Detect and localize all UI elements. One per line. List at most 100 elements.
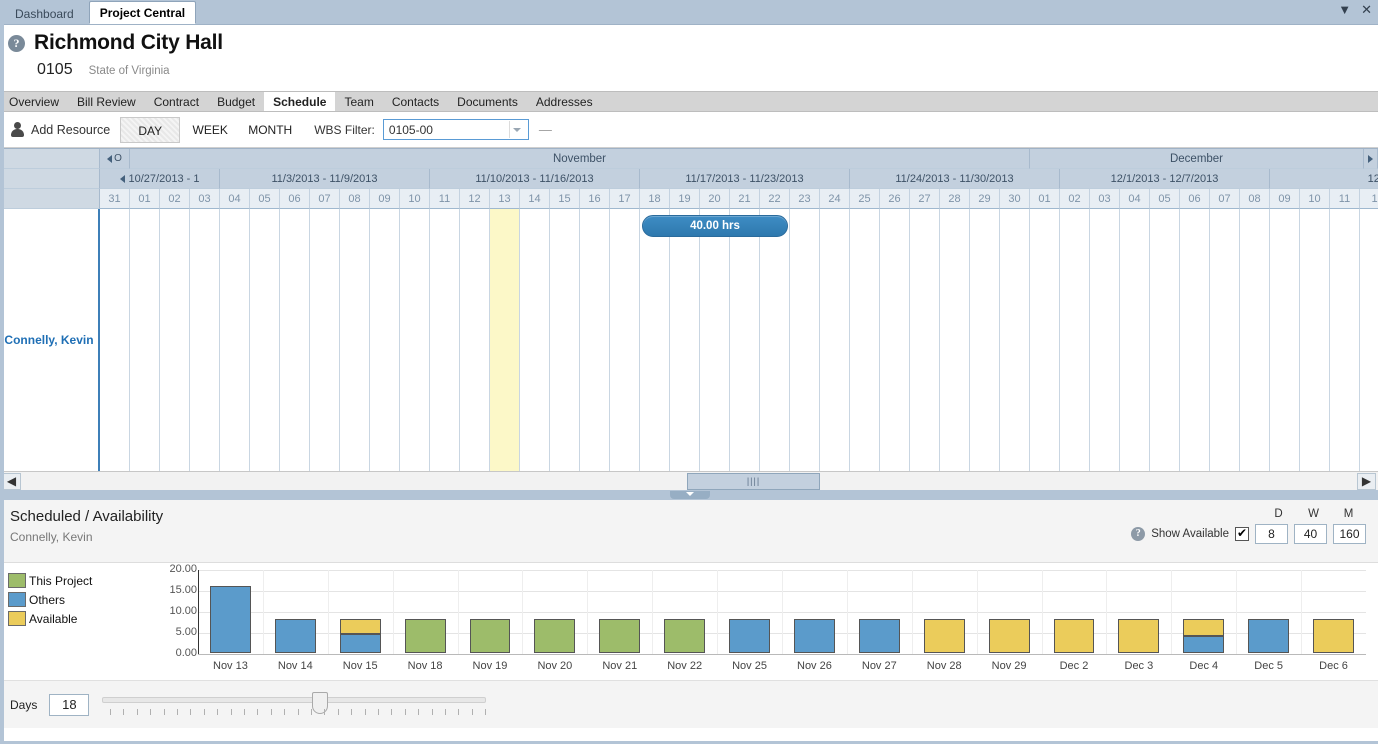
capacity-week-input[interactable]: 40 [1294, 524, 1327, 544]
gantt-scroll-left-month[interactable]: O [100, 149, 130, 169]
gantt-day-cell[interactable]: 09 [1270, 189, 1300, 209]
gantt-day-column[interactable] [940, 209, 970, 471]
chart-bar[interactable] [274, 619, 316, 653]
module-tab-schedule[interactable]: Schedule [264, 92, 336, 111]
module-tab-bill-review[interactable]: Bill Review [68, 92, 145, 111]
chart-bar[interactable] [794, 619, 835, 653]
module-tab-contacts[interactable]: Contacts [383, 92, 448, 111]
gantt-day-column[interactable] [280, 209, 310, 471]
chart-bar[interactable] [858, 619, 900, 653]
chart-bar[interactable] [404, 619, 446, 653]
gantt-day-cell[interactable]: 02 [1060, 189, 1090, 209]
days-input[interactable]: 18 [49, 693, 90, 716]
scroll-thumb[interactable]: |||| [687, 472, 820, 490]
gantt-day-column[interactable] [1000, 209, 1030, 471]
gantt-day-column[interactable] [730, 209, 760, 471]
scroll-left-button[interactable]: ◀ [2, 472, 21, 490]
module-tab-documents[interactable]: Documents [448, 92, 527, 111]
gantt-day-cell[interactable]: 31 [100, 189, 130, 209]
scale-button-month[interactable]: MONTH [240, 117, 300, 143]
gantt-day-cell[interactable]: 05 [250, 189, 280, 209]
gantt-day-cell[interactable]: 07 [1210, 189, 1240, 209]
window-tab-project-central[interactable]: Project Central [88, 1, 197, 24]
gantt-day-column[interactable] [430, 209, 460, 471]
gantt-today-column[interactable] [490, 209, 520, 471]
gantt-day-cell[interactable]: 04 [220, 189, 250, 209]
gantt-day-cell[interactable]: 06 [280, 189, 310, 209]
gantt-day-cell[interactable]: 18 [640, 189, 670, 209]
gantt-day-column[interactable] [1270, 209, 1300, 471]
gantt-day-column[interactable] [1120, 209, 1150, 471]
gantt-day-column[interactable] [670, 209, 700, 471]
gantt-day-column[interactable] [220, 209, 250, 471]
gantt-day-column[interactable] [970, 209, 1000, 471]
chart-bar[interactable] [1118, 619, 1160, 653]
gantt-day-column[interactable] [1360, 209, 1378, 471]
gantt-day-column[interactable] [640, 209, 670, 471]
close-icon[interactable]: ✕ [1361, 3, 1372, 16]
slider-track[interactable] [102, 697, 486, 703]
gantt-day-cell[interactable]: 20 [700, 189, 730, 209]
scale-button-week[interactable]: WEEK [180, 117, 240, 143]
chart-bar[interactable] [1313, 619, 1354, 653]
gantt-day-cell[interactable]: 03 [190, 189, 220, 209]
scroll-right-button[interactable]: ▶ [1357, 472, 1376, 490]
chart-bar[interactable] [469, 619, 511, 653]
gantt-day-cell[interactable]: 05 [1150, 189, 1180, 209]
gantt-day-cell[interactable]: 02 [160, 189, 190, 209]
gantt-day-column[interactable] [370, 209, 400, 471]
chart-bar[interactable] [1183, 619, 1225, 653]
window-tab-dashboard[interactable]: Dashboard [4, 3, 85, 24]
chart-bar[interactable] [988, 619, 1030, 653]
chart-bar[interactable] [664, 619, 706, 653]
gantt-day-cell[interactable]: 14 [520, 189, 550, 209]
chart-bar[interactable] [923, 619, 965, 653]
gantt-day-cell[interactable]: 1 [1360, 189, 1378, 209]
module-tab-team[interactable]: Team [335, 92, 382, 111]
gantt-day-cell[interactable]: 25 [850, 189, 880, 209]
gantt-day-cell[interactable]: 24 [820, 189, 850, 209]
gantt-day-cell[interactable]: 23 [790, 189, 820, 209]
gantt-day-column[interactable] [1240, 209, 1270, 471]
chart-bar[interactable] [599, 619, 641, 653]
module-tab-overview[interactable]: Overview [0, 92, 68, 111]
gantt-day-column[interactable] [700, 209, 730, 471]
gantt-day-column[interactable] [760, 209, 790, 471]
gantt-day-column[interactable] [820, 209, 850, 471]
gantt-day-cell[interactable]: 08 [1240, 189, 1270, 209]
gantt-day-column[interactable] [250, 209, 280, 471]
gantt-day-column[interactable] [100, 209, 130, 471]
chart-bar[interactable] [339, 619, 381, 653]
gantt-day-cell[interactable]: 21 [730, 189, 760, 209]
gantt-day-column[interactable] [400, 209, 430, 471]
gantt-day-cell[interactable]: 28 [940, 189, 970, 209]
gantt-day-column[interactable] [1210, 209, 1240, 471]
minimize-icon[interactable]: ▼ [1338, 3, 1351, 16]
chevron-left-icon[interactable] [119, 174, 125, 183]
gantt-day-cell[interactable]: 26 [880, 189, 910, 209]
gantt-day-column[interactable] [1180, 209, 1210, 471]
gantt-day-cell[interactable]: 08 [340, 189, 370, 209]
wbs-filter-select[interactable]: 0105-00 [382, 119, 529, 140]
collapse-dash-icon[interactable]: — [539, 122, 552, 137]
module-tab-budget[interactable]: Budget [208, 92, 264, 111]
module-tab-contract[interactable]: Contract [145, 92, 208, 111]
help-icon[interactable]: ? [1131, 527, 1146, 541]
gantt-day-cell[interactable]: 15 [550, 189, 580, 209]
gantt-day-cell[interactable]: 30 [1000, 189, 1030, 209]
gantt-day-column[interactable] [580, 209, 610, 471]
gantt-day-cell[interactable]: 27 [910, 189, 940, 209]
gantt-day-cell[interactable]: 13 [490, 189, 520, 209]
gantt-horizontal-scrollbar[interactable]: ◀ |||| ▶ [0, 471, 1378, 490]
gantt-day-column[interactable] [1060, 209, 1090, 471]
capacity-month-input[interactable]: 160 [1333, 524, 1366, 544]
gantt-day-column[interactable] [1090, 209, 1120, 471]
gantt-day-cell[interactable]: 01 [1030, 189, 1060, 209]
gantt-day-cell[interactable]: 04 [1120, 189, 1150, 209]
gantt-day-column[interactable] [1150, 209, 1180, 471]
gantt-day-cell[interactable]: 17 [610, 189, 640, 209]
gantt-task-bar[interactable]: 40.00 hrs [642, 215, 788, 237]
gantt-day-cell[interactable]: 09 [370, 189, 400, 209]
gantt-day-column[interactable] [520, 209, 550, 471]
gantt-day-cell[interactable]: 22 [760, 189, 790, 209]
